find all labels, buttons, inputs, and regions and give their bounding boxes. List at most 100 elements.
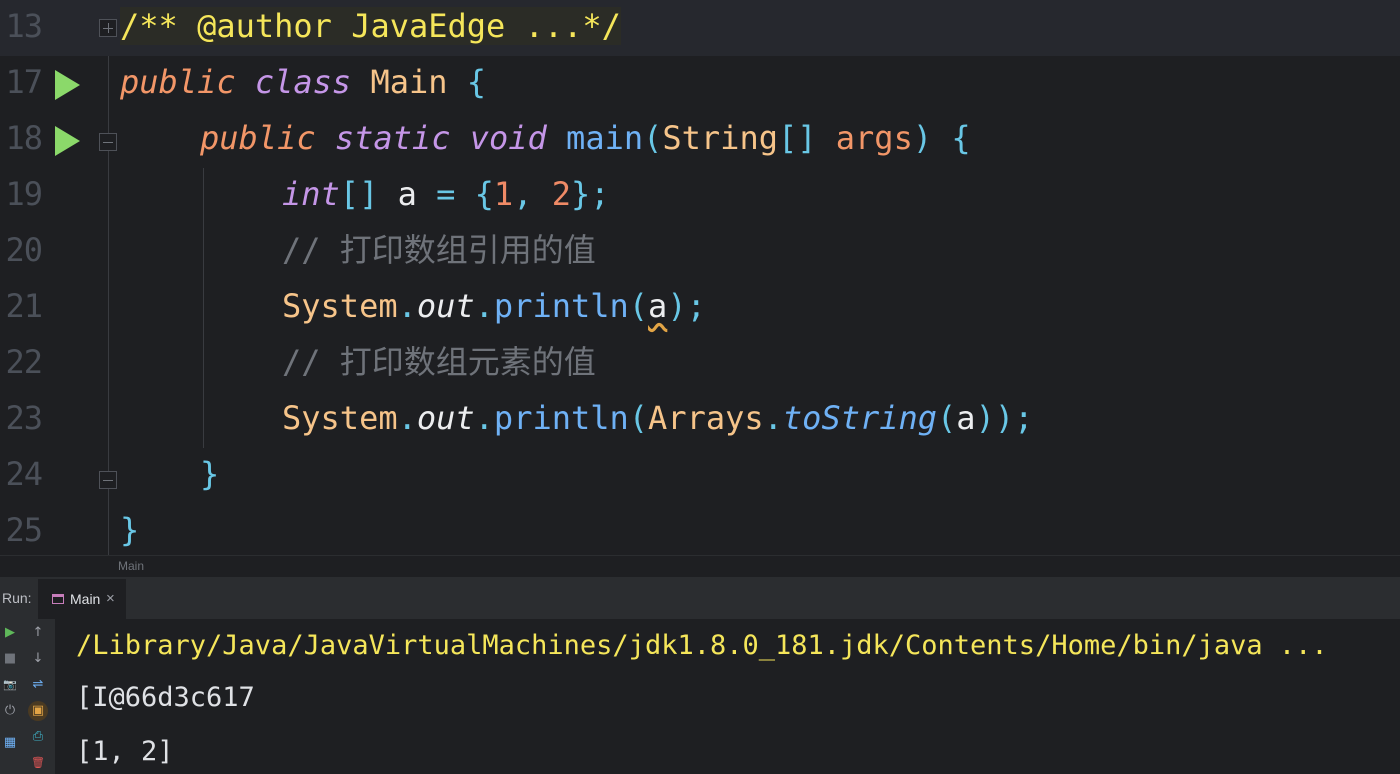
identifier: a [397,175,417,213]
run-toolbar: ▶ ↑ ■ ↓ 📷 ⇌ ⏻ ▣ ▦ ⎙ 🗑 [0,619,55,774]
code-text: int[] a = {1, 2}; [282,174,610,214]
console-output-line: [1, 2] [76,736,174,767]
code-text: } [200,454,219,494]
line-comment: // 打印数组元素的值 [282,343,596,381]
code-line-19[interactable]: 19 int[] a = {1, 2}; [0,168,1400,224]
number-literal: 2 [551,175,571,213]
line-comment: // 打印数组引用的值 [282,231,596,269]
dot: . [474,399,494,437]
plug-icon[interactable]: ⏻ [0,701,20,721]
keyword: void [469,119,547,157]
identifier: a [956,399,976,437]
dot: . [397,287,417,325]
keyword: int [282,175,340,213]
dot: . [474,287,494,325]
rerun-icon[interactable]: ▶ [0,623,20,643]
line-number: 19 [5,175,43,213]
method-name: println [493,287,629,325]
code-text: /** @author JavaEdge ...*/ [120,6,621,46]
keyword: class [254,63,352,101]
brace: { [466,63,487,101]
line-number: 24 [5,455,43,493]
class-name: Arrays [648,399,764,437]
code-line-23[interactable]: 23 System.out.println(Arrays.toString(a)… [0,392,1400,448]
paren: ( [628,399,649,437]
static-method-name: toString [782,399,938,437]
number-literal: 1 [493,175,514,213]
keyword: static [334,119,451,157]
camera-icon[interactable]: 📷 [0,675,20,695]
console-output[interactable]: /Library/Java/JavaVirtualMachines/jdk1.8… [55,619,1400,774]
scroll-down-icon[interactable]: ↓ [28,649,48,669]
console-output-line: [I@66d3c617 [76,682,255,713]
soft-wrap-icon[interactable]: ⇌ [28,675,48,695]
code-editor[interactable]: 13 /** @author JavaEdge ...*/ 17 public … [0,0,1400,555]
line-number: 23 [5,399,43,437]
run-label: Run: [2,590,32,606]
code-text: public static void main(String[] args) { [200,118,971,158]
trash-icon[interactable]: 🗑 [28,753,48,773]
bracket: [] [777,119,817,157]
code-text: // 打印数组引用的值 [282,230,596,270]
code-line-25[interactable]: 25 } [0,504,1400,555]
code-text: } [120,510,139,550]
type-name: String [662,119,778,157]
fold-collapse-icon[interactable] [99,133,117,151]
code-line-20[interactable]: 20 // 打印数组引用的值 [0,224,1400,280]
class-name: System [282,399,398,437]
close-icon[interactable]: × [106,590,115,607]
code-line-24[interactable]: 24 } [0,448,1400,504]
run-tab-main[interactable]: Main × [38,579,126,619]
run-class-icon[interactable] [55,70,80,100]
paren: ( [937,399,957,437]
static-field: out [416,399,475,437]
comma: , [513,175,533,213]
fold-end-icon[interactable] [99,471,117,489]
code-text: public class Main { [120,62,486,102]
parameter: args [835,119,913,157]
dot: . [397,399,417,437]
class-name: Main [370,63,448,101]
line-number: 25 [5,511,43,549]
line-number: 17 [5,63,43,101]
code-text: System.out.println(Arrays.toString(a)); [282,398,1033,438]
brace: } [120,511,140,549]
code-line-13[interactable]: 13 /** @author JavaEdge ...*/ [0,0,1400,56]
warning-identifier[interactable]: a [648,287,667,325]
brace: } [200,455,220,493]
operator: = [436,175,456,213]
layout-icon[interactable]: ▦ [0,733,20,753]
semicolon: ; [590,175,610,213]
brace: } [570,175,591,213]
code-line-22[interactable]: 22 // 打印数组元素的值 [0,336,1400,392]
paren-semicolon: )); [975,399,1034,437]
paren: ( [628,287,649,325]
keyword: public [200,119,316,157]
paren-semicolon: ); [667,287,706,325]
print-icon[interactable]: ⎙ [28,727,48,747]
line-number: 20 [5,231,43,269]
static-field: out [416,287,475,325]
code-line-18[interactable]: 18 public static void main(String[] args… [0,112,1400,168]
keyword: public [120,63,236,101]
breadcrumb[interactable]: Main [0,555,1400,577]
class-name: System [282,287,398,325]
pin-tab-icon[interactable]: ▣ [28,701,48,721]
breadcrumb-item[interactable]: Main [118,559,144,573]
code-line-17[interactable]: 17 public class Main { [0,56,1400,112]
brace: { [951,119,971,157]
scroll-up-icon[interactable]: ↑ [28,623,48,643]
stop-icon[interactable]: ■ [0,649,20,669]
paren: ( [643,119,663,157]
bracket: [] [339,175,379,213]
code-text: System.out.println(a); [282,286,706,326]
line-number: 21 [5,287,43,325]
run-panel-header: Run: Main × [0,577,1400,619]
console-command-line: /Library/Java/JavaVirtualMachines/jdk1.8… [76,630,1328,661]
line-number: 13 [5,7,43,45]
fold-expand-icon[interactable] [99,19,117,37]
doc-comment: /** @author JavaEdge ...*/ [120,7,621,45]
line-number: 18 [5,119,43,157]
run-method-icon[interactable] [55,126,80,156]
code-line-21[interactable]: 21 System.out.println(a); [0,280,1400,336]
